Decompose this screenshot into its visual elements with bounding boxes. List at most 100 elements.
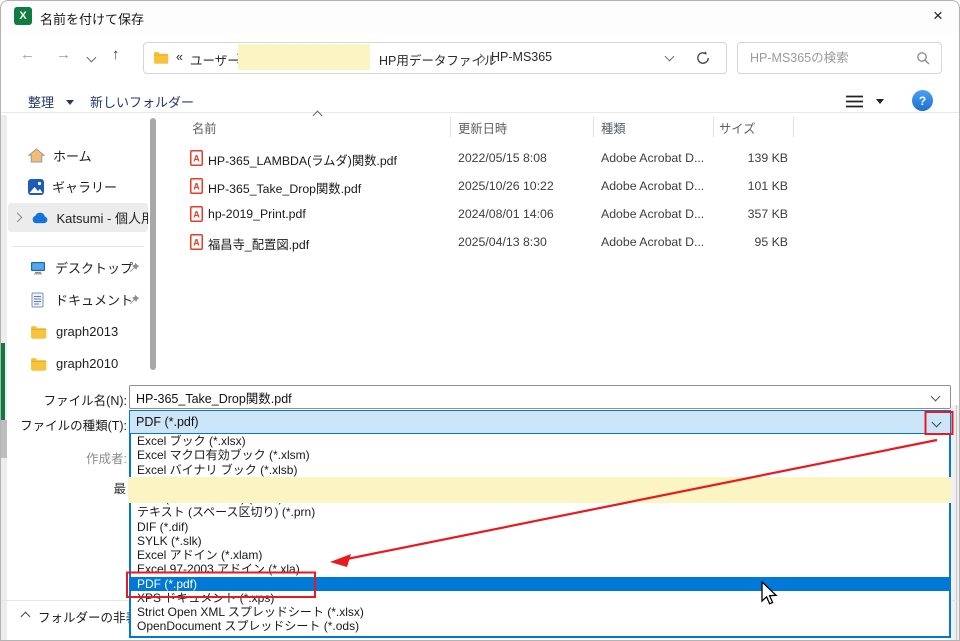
search-icon [916, 51, 930, 65]
dropdown-item[interactable]: Excel アドイン (*.xlam) [131, 548, 949, 562]
sidebar-item-desktop[interactable]: デスクトップ [8, 253, 148, 282]
new-folder-label: 新しいフォルダー [90, 95, 194, 110]
gallery-icon [28, 179, 44, 195]
search-box[interactable] [737, 42, 942, 74]
svg-text:A: A [193, 182, 200, 192]
file-date: 2022/05/15 8:08 [458, 151, 547, 165]
view-options-caret-icon[interactable] [876, 99, 884, 104]
dropdown-item[interactable]: Excel マクロ有効ブック (*.xlsm) [131, 448, 949, 462]
excel-app-icon: X [14, 7, 32, 25]
file-name: 福昌寺_配置図.pdf [208, 235, 309, 253]
organize-button[interactable]: 整理 [28, 92, 54, 111]
dropdown-item[interactable]: Excel 97-2003 アドイン (*.xla) [131, 562, 949, 576]
dropdown-item[interactable]: SYLK (*.slk) [131, 534, 949, 548]
file-name-label: ファイル名(N): [44, 390, 127, 409]
refresh-icon[interactable] [695, 50, 711, 66]
close-button[interactable]: × [924, 3, 952, 29]
pin-icon [129, 294, 140, 305]
file-date: 2025/04/13 8:30 [458, 235, 547, 249]
sidebar-separator [12, 246, 144, 247]
column-header-name[interactable]: 名前 [192, 119, 217, 137]
column-header-size[interactable]: サイズ [719, 119, 756, 137]
file-row[interactable]: A hp-2019_Print.pdf 2024/08/01 14:06 Ado… [160, 200, 950, 228]
file-size: 357 KB [680, 207, 788, 221]
breadcrumb-current[interactable]: HP-MS365 [491, 50, 552, 64]
back-icon[interactable]: ← [20, 46, 35, 63]
expand-chevron-icon[interactable] [12, 213, 22, 223]
onedrive-icon [31, 212, 49, 224]
file-name-input[interactable] [129, 385, 951, 409]
sidebar-item-gallery[interactable]: ギャラリー [8, 172, 148, 201]
folder-icon [153, 51, 169, 64]
column-separator[interactable] [593, 117, 594, 137]
search-input[interactable] [748, 47, 912, 69]
sidebar-scrollbar[interactable] [150, 118, 156, 370]
column-separator[interactable] [713, 117, 714, 137]
breadcrumb-collapsed[interactable]: « [176, 50, 183, 64]
folder-icon [30, 325, 47, 339]
toolbar-separator [0, 112, 960, 113]
dropdown-item[interactable]: Excel バイナリ ブック (*.xlsb) [131, 463, 949, 477]
file-row[interactable]: A 福昌寺_配置図.pdf 2025/04/13 8:30 Adobe Acro… [160, 228, 950, 256]
redaction-block [238, 44, 370, 70]
file-row[interactable]: A HP-365_LAMBDA(ラムダ)関数.pdf 2022/05/15 8:… [160, 144, 950, 172]
sidebar-item-home[interactable]: ホーム [8, 141, 148, 170]
dropdown-item[interactable]: Excel ブック (*.xlsx) [131, 434, 949, 448]
file-size: 101 KB [680, 179, 788, 193]
column-header-type[interactable]: 種類 [601, 119, 626, 137]
sidebar-item-graph2010[interactable]: graph2010 [8, 349, 148, 378]
dropdown-item[interactable]: XPS ドキュメント (*.xps) [131, 591, 949, 605]
sidebar-item-label: ホーム [53, 146, 92, 165]
pdf-file-icon: A [190, 150, 203, 166]
organize-caret-icon [66, 100, 74, 105]
excel-window-edge [0, 343, 5, 420]
new-folder-button[interactable]: 新しいフォルダー [90, 92, 194, 111]
file-type-chevron-icon[interactable] [932, 418, 942, 428]
up-icon[interactable]: ↑ [112, 46, 120, 63]
file-date: 2025/10/26 10:22 [458, 179, 554, 193]
file-type-combobox[interactable]: PDF (*.pdf) [129, 410, 951, 434]
dropdown-item[interactable]: テキスト (スペース区切り) (*.prn) [131, 505, 949, 519]
file-row[interactable]: A HP-365_Take_Drop関数.pdf 2025/10/26 10:2… [160, 172, 950, 200]
partial-label: 最 [113, 478, 126, 497]
file-size: 139 KB [680, 151, 788, 165]
recent-locations-chevron-icon[interactable] [87, 53, 97, 63]
column-separator[interactable] [793, 117, 794, 137]
view-options-icon[interactable] [846, 95, 863, 108]
svg-text:A: A [193, 154, 200, 164]
sidebar-item-label: graph2013 [56, 324, 118, 339]
address-bar[interactable]: « ユーザー HP用データファイル HP-MS365 [143, 42, 727, 74]
forward-icon[interactable]: → [56, 46, 71, 63]
title-bar: X 名前を付けて保存 × [0, 0, 960, 33]
file-name: hp-2019_Print.pdf [208, 207, 306, 221]
sidebar-item-label: Katsumi - 個人用 [56, 208, 148, 227]
pdf-file-icon: A [190, 178, 203, 194]
dropdown-item-selected-pdf[interactable]: PDF (*.pdf) [131, 577, 949, 591]
address-dropdown-chevron-icon[interactable] [665, 52, 675, 62]
window-edge-shadow [0, 420, 7, 458]
chevron-up-icon [21, 611, 31, 621]
file-type-dropdown-list[interactable]: Excel ブック (*.xlsx) Excel マクロ有効ブック (*.xls… [129, 434, 951, 638]
column-separator[interactable] [450, 117, 451, 137]
dropdown-item[interactable]: DIF (*.dif) [131, 520, 949, 534]
breadcrumb-users[interactable]: ユーザー [190, 50, 240, 69]
file-name: HP-365_LAMBDA(ラムダ)関数.pdf [208, 151, 397, 169]
author-label: 作成者: [86, 448, 127, 467]
organize-label: 整理 [28, 95, 54, 110]
sidebar-item-label: ギャラリー [52, 177, 117, 196]
sidebar-item-onedrive[interactable]: Katsumi - 個人用 [8, 203, 148, 232]
window-title: 名前を付けて保存 [40, 9, 144, 28]
sidebar-item-documents[interactable]: ドキュメント [8, 285, 148, 314]
sidebar-item-label: graph2010 [56, 356, 118, 371]
file-date: 2024/08/01 14:06 [458, 207, 554, 221]
redaction-block [128, 477, 951, 503]
dropdown-item[interactable]: OpenDocument スプレッドシート (*.ods) [131, 619, 949, 633]
svg-text:A: A [193, 210, 200, 220]
help-button[interactable]: ? [912, 90, 933, 111]
sidebar-item-graph2013[interactable]: graph2013 [8, 317, 148, 346]
file-type-label: ファイルの種類(T): [20, 415, 127, 434]
column-header-date[interactable]: 更新日時 [458, 119, 507, 137]
pdf-file-icon: A [190, 234, 203, 250]
dropdown-item[interactable]: Strict Open XML スプレッドシート (*.xlsx) [131, 605, 949, 619]
sidebar-item-label: デスクトップ [55, 258, 133, 277]
